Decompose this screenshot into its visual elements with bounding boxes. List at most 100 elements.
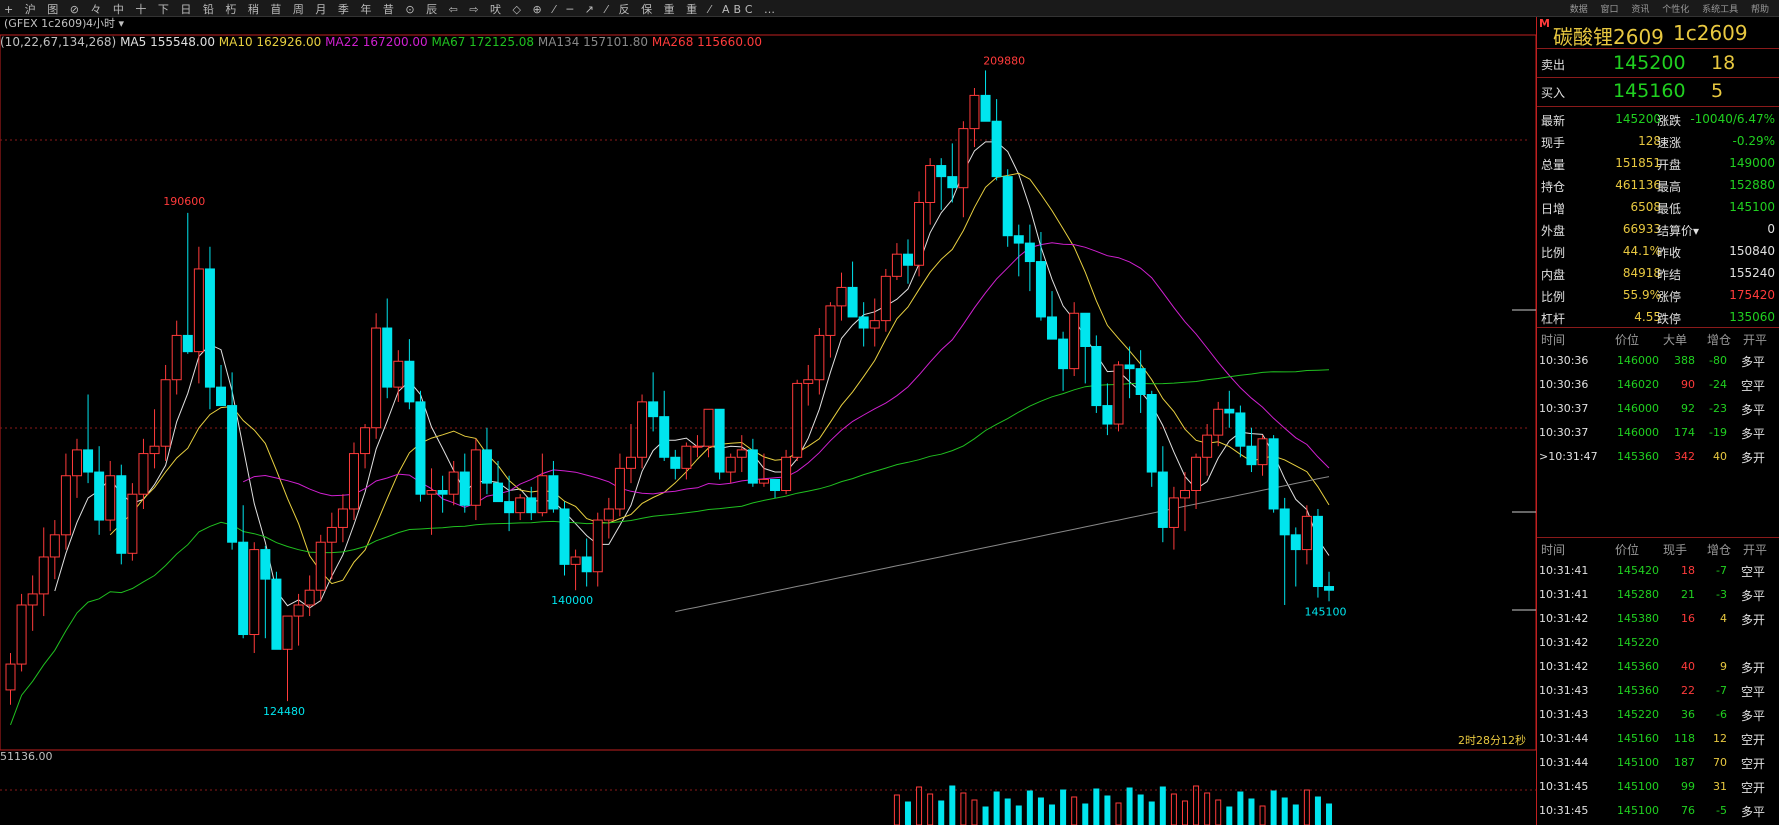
candle-body [271,578,282,650]
big-order-row[interactable]: 10:30:36 146000 388 -80 多平 [1537,350,1779,372]
tick-row[interactable]: 10:31:43 145220 36 -6 多平 [1537,704,1779,726]
candle [1069,302,1080,377]
candle-body [1113,364,1124,425]
row-change: -24 [1709,378,1727,391]
kline-chart[interactable]: 190600 124480 140000 209880 145100 (GFEX 1c2… [0,0,1536,825]
tick-row[interactable]: 10:31:44 145100 187 70 空开 [1537,752,1779,774]
row-time: 10:31:42 [1539,612,1589,625]
candle-body [470,449,481,506]
tick-row[interactable]: 10:31:45 145100 76 -5 多平 [1537,800,1779,822]
candle-body [337,508,348,528]
candle-body [83,449,94,473]
tick-row[interactable]: 10:31:43 145360 22 -7 空平 [1537,680,1779,702]
column-header: 大单 [1663,333,1688,347]
volume-bar [1126,787,1133,825]
tick-row[interactable]: 10:31:44 145160 118 12 空开 [1537,728,1779,750]
candle-body [792,382,803,458]
candle [1213,401,1224,447]
candle-body [504,501,515,514]
big-order-row[interactable]: 10:30:37 146000 174 -19 多平 [1537,422,1779,444]
candle-body [437,490,448,495]
stat-value: 155240 [1729,266,1775,280]
instrument-name: 碳酸锂2609 [1553,25,1664,49]
row-price: 145160 [1617,732,1659,745]
tick-row[interactable]: 10:31:41 145280 21 -3 多平 [1537,584,1779,606]
stat-label: 开盘 [1657,158,1682,172]
candle [692,435,703,458]
candle [437,475,448,513]
tick-row[interactable]: 10:31:42 145360 40 9 多开 [1537,656,1779,678]
tick-row[interactable]: 10:31:45 145100 99 31 空开 [1537,776,1779,798]
candle-body [1224,408,1235,414]
candle-body [758,478,769,484]
volume-bar [1237,791,1244,825]
row-time: 10:31:41 [1539,564,1589,577]
candle [193,246,204,384]
tick-row[interactable]: 10:31:41 145420 18 -7 空平 [1537,560,1779,582]
candle-body [869,320,880,329]
candle-body [847,286,858,318]
row-volume: 76 [1681,804,1695,817]
period-selector[interactable]: 4小时 ▾ [86,17,124,30]
candle-body [714,408,725,473]
candle [260,545,271,639]
candle-body [1124,364,1135,370]
candle-body [1058,338,1069,370]
ma-legend-item-3: MA67 172125.08 [432,35,538,49]
candle [60,453,71,550]
candle-body [603,508,614,521]
stat-value: -10040/6.47% [1690,112,1775,126]
candle [149,409,160,469]
stat-value: -0.29% [1732,134,1775,148]
menu-bar[interactable]: 数据 窗口 资讯 个性化 系统工具 帮助 [1570,2,1769,15]
candle [858,302,869,347]
row-change: -3 [1716,588,1727,601]
candle [869,298,880,347]
big-order-row[interactable]: 10:30:36 146020 90 -24 空平 [1537,374,1779,396]
ma-legend: (10,22,67,134,268) MA5 155548.00 MA10 16… [0,35,762,49]
candle [1224,390,1235,428]
list-header: 时间 价位 大单 增仓 开平 [1537,328,1779,350]
candle [94,446,105,535]
row-price: 146020 [1617,378,1659,391]
candle [315,534,326,602]
candle-body [581,556,592,573]
candle [559,501,570,576]
candle [304,575,315,617]
ask-price: 145200 [1613,52,1686,74]
volume-bar [1004,798,1011,825]
bid-row: 买入 145160 5 [1537,79,1779,105]
candle [1235,405,1246,458]
candle [470,438,481,521]
candle [216,364,227,407]
candle-body [548,475,559,510]
candle-body [493,482,504,503]
row-type: 多平 [1741,589,1766,603]
tick-row[interactable]: 10:31:42 145380 16 4 多开 [1537,608,1779,630]
candle [725,453,736,484]
big-order-row[interactable]: >10:31:47 145360 342 40 多开 [1537,446,1779,468]
candle [393,350,404,402]
stat-value: 44.1% [1622,244,1661,258]
moving-average-lines [10,141,1330,726]
candle-body [238,541,249,636]
column-header: 开平 [1743,543,1768,557]
candle-body [692,445,703,448]
row-volume: 36 [1681,708,1695,721]
volume-bar [1026,790,1033,825]
volume-bar [1159,786,1166,825]
candle [803,364,814,406]
big-order-row[interactable]: 10:30:37 146000 92 -23 多平 [1537,398,1779,420]
ma67-line [10,369,1330,726]
candle [991,99,1002,181]
row-type: 空平 [1741,685,1766,699]
row-price: 145220 [1617,636,1659,649]
volume-bar [1071,796,1078,825]
candle-body [1168,497,1179,528]
volume-bars [893,785,1333,825]
candle-body [1135,368,1146,395]
candle [1080,312,1091,384]
stat-value: 6508 [1630,200,1661,214]
tick-row[interactable]: 10:31:42 145220 [1537,632,1779,654]
stat-label: 杠杆 [1541,312,1566,326]
